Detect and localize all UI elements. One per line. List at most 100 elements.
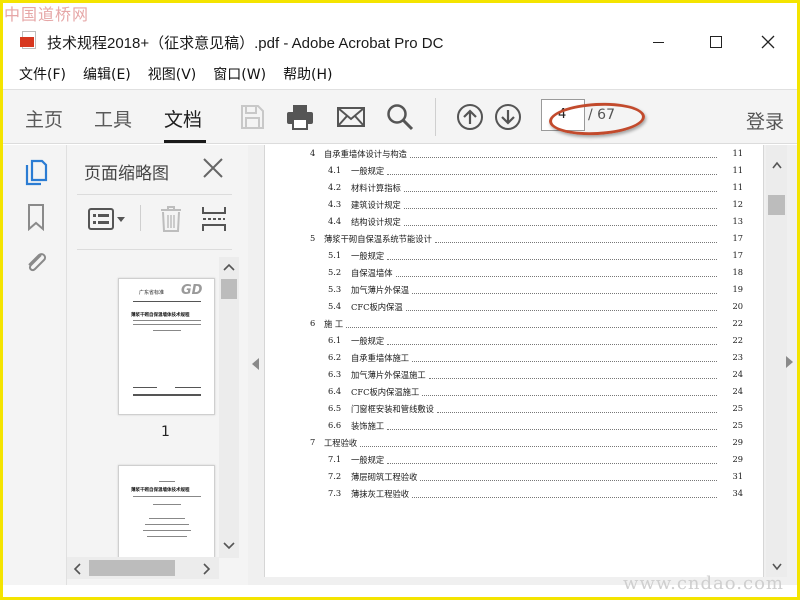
scroll-up-icon[interactable] bbox=[223, 263, 235, 271]
toc-entry-page: 17 bbox=[732, 233, 743, 243]
watermark-bottom: www.cndao.com bbox=[623, 573, 784, 594]
toc-entry-page: 12 bbox=[732, 199, 743, 209]
toc-entry-page: 17 bbox=[732, 250, 743, 260]
toc-entry[interactable]: 6.6 装饰施工 25 bbox=[265, 420, 763, 437]
menu-file[interactable]: 文件(F) bbox=[19, 64, 66, 84]
toc-entry-number: 7 bbox=[310, 437, 316, 447]
page-up-icon[interactable] bbox=[455, 102, 485, 132]
toc-entry-page: 13 bbox=[732, 216, 743, 226]
menu-view[interactable]: 视图(V) bbox=[148, 64, 197, 84]
menu-bar: 文件(F) 编辑(E) 视图(V) 窗口(W) 帮助(H) bbox=[3, 60, 797, 87]
page-thumbnail[interactable]: 薄浆干砌自保温墙体技术规程 bbox=[118, 465, 215, 565]
toc-leader-dots bbox=[437, 412, 717, 413]
toc-entry[interactable]: 7.2 薄层砌筑工程验收 31 bbox=[265, 471, 763, 488]
toc-entry[interactable]: 4.3 建筑设计规定 12 bbox=[265, 199, 763, 216]
scroll-left-icon[interactable] bbox=[73, 563, 81, 575]
page-thumbnail[interactable]: 广东省标准 GD 薄浆干砌自保温墙体技术规程 bbox=[118, 278, 215, 415]
scroll-right-icon[interactable] bbox=[203, 563, 211, 575]
document-viewer[interactable]: 4 自承重墙体设计与构造 11 4.1 一般规定 11 4.2 材料计算指标 11 4.3 建筑设计… bbox=[248, 145, 797, 585]
toc-entry-number: 4.2 bbox=[328, 182, 342, 192]
toc-leader-dots bbox=[387, 174, 717, 175]
tab-tools[interactable]: 工具 bbox=[94, 105, 132, 132]
thumbnail-heading: 薄浆干砌自保温墙体技术规程 bbox=[131, 313, 190, 318]
toc-leader-dots bbox=[422, 395, 717, 396]
save-icon[interactable] bbox=[237, 102, 267, 132]
page-down-icon[interactable] bbox=[493, 102, 523, 132]
toc-entry[interactable]: 6.3 加气薄片外保温施工 24 bbox=[265, 369, 763, 386]
toc-entry-title: 薄浆干砌自保温系统节能设计 bbox=[324, 234, 432, 244]
thumbnail-options-icon[interactable] bbox=[87, 207, 129, 231]
menu-help[interactable]: 帮助(H) bbox=[283, 64, 332, 84]
document-scrollbar[interactable] bbox=[766, 145, 787, 577]
scrollbar-thumb[interactable] bbox=[768, 195, 785, 215]
bookmark-icon[interactable] bbox=[23, 203, 49, 231]
toc-entry[interactable]: 4.2 材料计算指标 11 bbox=[265, 182, 763, 199]
toc-entry-number: 6.4 bbox=[328, 386, 342, 396]
toc-leader-dots bbox=[387, 344, 717, 345]
search-icon[interactable] bbox=[385, 102, 415, 132]
toc-entry-number: 4.4 bbox=[328, 216, 342, 226]
close-button[interactable] bbox=[745, 26, 791, 58]
toc-entry[interactable]: 5.4 CFC板内保温 20 bbox=[265, 301, 763, 318]
login-button[interactable]: 登录 bbox=[746, 107, 784, 134]
maximize-button[interactable] bbox=[693, 26, 739, 58]
close-icon[interactable] bbox=[202, 157, 224, 179]
menu-edit[interactable]: 编辑(E) bbox=[83, 64, 131, 84]
scroll-up-icon[interactable] bbox=[772, 161, 782, 169]
toc-entry-number: 6 bbox=[310, 318, 316, 328]
toc-entry[interactable]: 7.1 一般规定 29 bbox=[265, 454, 763, 471]
toc-leader-dots bbox=[404, 191, 717, 192]
toc-leader-dots bbox=[360, 446, 717, 447]
toc-entry[interactable]: 4.1 一般规定 11 bbox=[265, 165, 763, 182]
toc-entry[interactable]: 6.2 自承重墙体施工 23 bbox=[265, 352, 763, 369]
toc-entry[interactable]: 5.3 加气薄片外保温 19 bbox=[265, 284, 763, 301]
toc-entry-page: 20 bbox=[732, 301, 743, 311]
toc-entry[interactable]: 6.5 门窗框安装和管线敷设 25 bbox=[265, 403, 763, 420]
tab-document[interactable]: 文档 bbox=[164, 105, 202, 132]
toc-entry-title: 结构设计规定 bbox=[351, 217, 401, 227]
email-icon[interactable] bbox=[336, 102, 366, 132]
scrollbar-thumb[interactable] bbox=[89, 560, 175, 576]
toc-entry[interactable]: 4 自承重墙体设计与构造 11 bbox=[265, 148, 763, 165]
toc-entry[interactable]: 4.4 结构设计规定 13 bbox=[265, 216, 763, 233]
toc-entry-page: 19 bbox=[732, 284, 743, 294]
toc-entry-number: 5.1 bbox=[328, 250, 342, 260]
toc-entry-page: 23 bbox=[732, 352, 743, 362]
scrollbar-thumb[interactable] bbox=[221, 279, 237, 299]
toc-entry[interactable]: 5.2 自保温墙体 18 bbox=[265, 267, 763, 284]
menu-window[interactable]: 窗口(W) bbox=[213, 64, 266, 84]
toc-leader-dots bbox=[412, 293, 717, 294]
toc-entry[interactable]: 5 薄浆干砌自保温系统节能设计 17 bbox=[265, 233, 763, 250]
delete-icon[interactable] bbox=[159, 205, 183, 233]
toc-entry-title: 一般规定 bbox=[351, 251, 385, 261]
thumbnail-scrollbar[interactable] bbox=[219, 257, 239, 558]
toc-entry[interactable]: 6.4 CFC板内保温施工 24 bbox=[265, 386, 763, 403]
toc-leader-dots bbox=[429, 378, 717, 379]
print-icon[interactable] bbox=[285, 102, 315, 132]
toc-entry[interactable]: 6 施 工 22 bbox=[265, 318, 763, 335]
toc-entry-title: 一般规定 bbox=[351, 166, 385, 176]
toc-entry[interactable]: 6.1 一般规定 22 bbox=[265, 335, 763, 352]
toc-entry-number: 6.5 bbox=[328, 403, 342, 413]
toc-entry[interactable]: 5.1 一般规定 17 bbox=[265, 250, 763, 267]
toc-entry[interactable]: 7.3 薄抹灰工程验收 34 bbox=[265, 488, 763, 505]
collapse-panel-icon[interactable] bbox=[252, 358, 259, 370]
toc-leader-dots bbox=[435, 242, 717, 243]
tab-home[interactable]: 主页 bbox=[25, 105, 63, 132]
toc-entry-number: 6.3 bbox=[328, 369, 342, 379]
scroll-down-icon[interactable] bbox=[772, 563, 782, 571]
active-tab-indicator bbox=[164, 140, 206, 143]
extract-pages-icon[interactable] bbox=[201, 205, 227, 233]
toc-leader-dots bbox=[420, 480, 717, 481]
minimize-button[interactable] bbox=[635, 26, 681, 58]
expand-panel-icon[interactable] bbox=[786, 356, 793, 368]
divider bbox=[77, 194, 232, 195]
toc-entry-page: 29 bbox=[732, 437, 743, 447]
toc-entry[interactable]: 7 工程验收 29 bbox=[265, 437, 763, 454]
close-icon bbox=[761, 35, 775, 49]
thumbnail-hscrollbar[interactable] bbox=[67, 557, 219, 579]
scroll-down-icon[interactable] bbox=[223, 542, 235, 550]
pages-icon[interactable] bbox=[23, 159, 49, 187]
toc-entry-number: 6.6 bbox=[328, 420, 342, 430]
attachment-icon[interactable] bbox=[23, 247, 49, 275]
